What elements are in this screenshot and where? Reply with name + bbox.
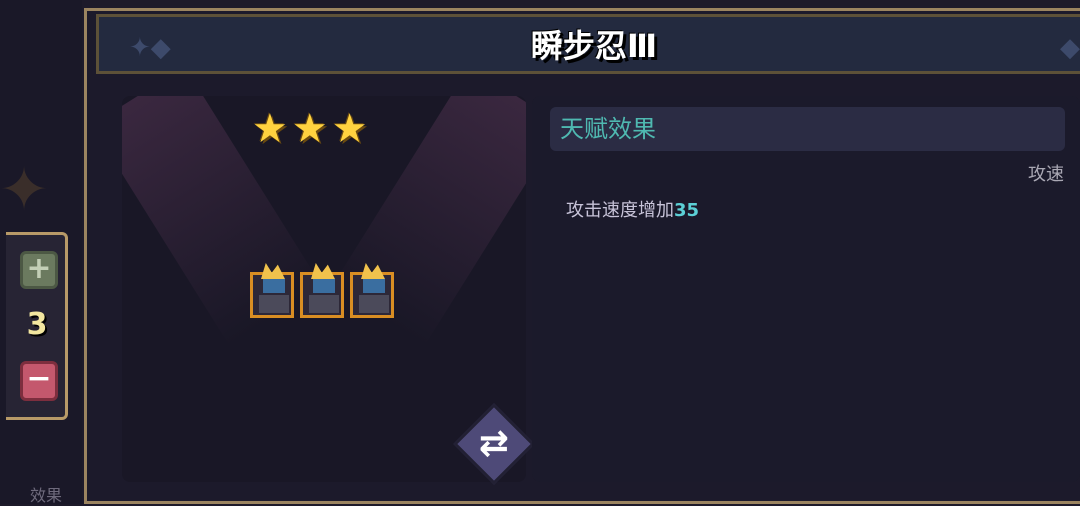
star-icon: ★ [252,106,288,152]
star-rating: ★ ★ ★ [252,106,372,152]
quantity-stepper: + 3 − [6,232,68,420]
swap-icon[interactable]: ⇄ [454,404,534,484]
title-bar: ✦◆ 瞬步忍Ⅲ ◆ [96,14,1080,74]
star-icon: ★ [331,106,368,152]
sparkle-icon: ✦ [0,155,50,225]
side-strip: ✦ + 3 − 效果 [0,0,82,505]
effect-label: 效果 [30,486,63,505]
talent-title: 天赋效果 [560,115,656,143]
unit-sprite-part [263,279,285,293]
plus-button[interactable]: + [20,251,58,289]
star-icon: ★ [291,106,328,152]
unit-group [250,263,400,322]
talent-description-text: 攻击速度增加 [566,200,674,221]
talent-tag: 攻速 [1028,164,1064,185]
talent-description-value: 35 [674,200,700,221]
unit-sprite-part [363,279,385,293]
hero-unit-icon[interactable] [250,263,294,318]
count-value: 3 [26,307,48,342]
talent-panel [532,96,1080,482]
unit-sprite-part [259,295,289,313]
minus-button[interactable]: − [20,361,58,401]
page-title: 瞬步忍Ⅲ [530,27,658,65]
diamond-deco-icon: ◆ [1060,33,1080,63]
unit-sprite-part [309,295,339,313]
unit-sprite-part [311,263,335,279]
unit-sprite-part [359,295,389,313]
unit-sprite-part [313,279,335,293]
hero-unit-icon[interactable] [350,263,394,318]
hero-unit-icon[interactable] [300,263,344,318]
talent-description: 攻击速度增加35 [566,196,699,222]
